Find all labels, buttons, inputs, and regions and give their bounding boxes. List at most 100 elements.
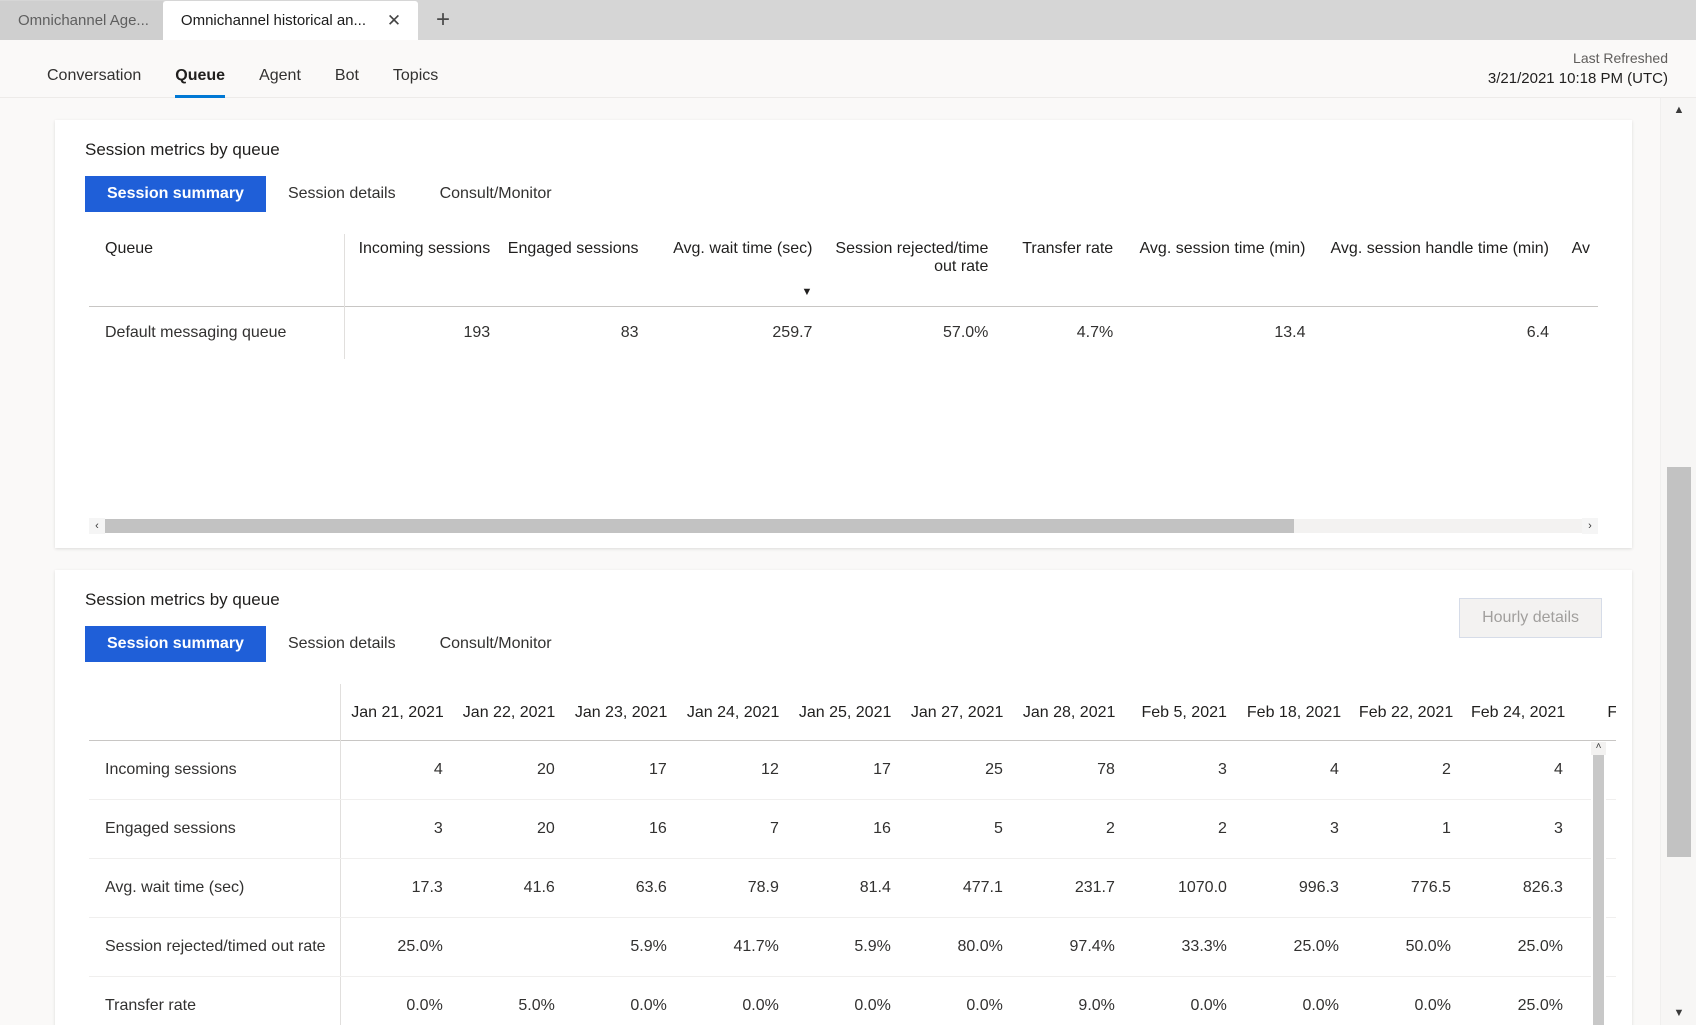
panel1-pivot-consult-monitor[interactable]: Consult/Monitor <box>418 176 574 212</box>
cell: 78 <box>1012 740 1125 800</box>
table-row[interactable]: Transfer rate 0.0% 5.0% 0.0% 0.0% 0.0% 0… <box>89 976 1616 1025</box>
page-vertical-scrollbar[interactable]: ▲ ▼ <box>1660 98 1696 1025</box>
panel1-horizontal-scrollbar[interactable]: ‹ › <box>89 518 1598 534</box>
col-date-9[interactable]: Feb 22, 2021 <box>1349 684 1461 741</box>
panel2-vscroll-thumb[interactable] <box>1593 755 1604 1025</box>
cell: 25.0% <box>340 917 453 977</box>
sort-descending-icon[interactable]: ▼ <box>802 287 813 298</box>
panel1-hscroll-track[interactable] <box>105 519 1582 533</box>
page-scroll-thumb[interactable] <box>1667 467 1691 857</box>
tab-bot[interactable]: Bot <box>318 40 376 98</box>
cell: 5.9% <box>564 917 677 977</box>
report-nav-tabs: Conversation Queue Agent Bot Topics <box>0 40 455 98</box>
col-date-11[interactable]: Feb 25, 2 <box>1573 684 1616 741</box>
col-date-2[interactable]: Jan 23, 2021 <box>565 684 677 741</box>
cell: 3 <box>1460 799 1573 859</box>
browser-tab-1[interactable]: Omnichannel Age... <box>0 1 163 40</box>
row-label-transfer-rate: Transfer rate <box>89 976 342 1025</box>
col-queue[interactable]: Queue <box>89 234 346 307</box>
panel2-pivot-session-summary[interactable]: Session summary <box>85 626 266 662</box>
col-avg-session-time[interactable]: Avg. session time (min) <box>1121 234 1313 307</box>
col-date-5[interactable]: Jan 27, 2021 <box>901 684 1013 741</box>
col-session-rejected-rate[interactable]: Session rejected/time out rate <box>820 234 996 307</box>
cell: 0.0% <box>788 976 901 1025</box>
cell: 16 <box>564 799 677 859</box>
col-queue-label: Queue <box>105 240 154 257</box>
col-date-4[interactable]: Jan 25, 2021 <box>789 684 901 741</box>
cell: 25.0% <box>1460 917 1573 977</box>
cell: 33.3% <box>1124 917 1237 977</box>
panel1-title: Session metrics by queue <box>85 140 280 159</box>
cell: 2 <box>1012 799 1125 859</box>
table-row[interactable]: Session rejected/timed out rate 25.0% 5.… <box>89 917 1616 977</box>
close-icon[interactable]: ✕ <box>384 11 404 31</box>
cell-truncated <box>1557 307 1598 360</box>
cell: 80.0% <box>900 917 1013 977</box>
row-label-session-rejected-timed-out-rate: Session rejected/timed out rate <box>89 917 342 977</box>
cell: 97.4% <box>1012 917 1125 977</box>
cell: 231.7 <box>1012 858 1125 918</box>
plus-icon[interactable]: + <box>426 3 460 37</box>
cell: 78.9 <box>676 858 789 918</box>
browser-tab-1-label: Omnichannel Age... <box>18 12 149 29</box>
panel1-pivot-consult-monitor-label: Consult/Monitor <box>439 185 552 202</box>
panel1-pivot-session-details[interactable]: Session details <box>266 176 418 212</box>
panel1-pivot-session-summary-label: Session summary <box>107 185 244 202</box>
col-avg-wait-time[interactable]: Avg. wait time (sec) ▼ <box>647 234 821 307</box>
table-row[interactable]: Default messaging queue 193 83 259.7 57.… <box>89 306 1598 360</box>
cell: 4 <box>1236 740 1349 800</box>
panel2-vscroll-track[interactable] <box>1593 755 1604 1025</box>
tab-queue[interactable]: Queue <box>158 40 242 98</box>
tab-queue-label: Queue <box>175 67 226 84</box>
page-scroll-track[interactable] <box>1661 122 1696 1001</box>
col-metric-name <box>89 684 342 741</box>
hourly-details-button[interactable]: Hourly details <box>1459 598 1602 638</box>
cell: 2 <box>1348 740 1461 800</box>
col-date-8[interactable]: Feb 18, 2021 <box>1237 684 1349 741</box>
table-row[interactable]: Engaged sessions 3 20 16 7 16 5 2 2 3 1 … <box>89 799 1616 859</box>
table-row[interactable]: Avg. wait time (sec) 17.3 41.6 63.6 78.9… <box>89 858 1616 918</box>
panel-session-metrics-by-queue-timeseries: Session metrics by queue Session summary… <box>55 570 1632 1025</box>
col-date-1[interactable]: Jan 22, 2021 <box>453 684 565 741</box>
panel1-hscroll-thumb[interactable] <box>105 519 1294 533</box>
scroll-down-icon[interactable]: ▼ <box>1661 1001 1696 1025</box>
col-date-7[interactable]: Feb 5, 2021 <box>1125 684 1237 741</box>
cell: 17.3 <box>340 858 453 918</box>
tab-conversation[interactable]: Conversation <box>30 40 158 98</box>
report-body: Session metrics by queue Session summary… <box>0 98 1696 1025</box>
scroll-up-icon[interactable]: ˄ <box>1591 742 1606 755</box>
scroll-left-icon[interactable]: ‹ <box>89 518 105 534</box>
scroll-right-icon[interactable]: › <box>1582 518 1598 534</box>
cell: 3 <box>1124 740 1237 800</box>
col-engaged-sessions-label: Engaged sessions <box>507 240 639 257</box>
panel1-pivot-session-summary[interactable]: Session summary <box>85 176 266 212</box>
panel2-pivot-session-details[interactable]: Session details <box>266 626 418 662</box>
col-incoming-sessions[interactable]: Incoming sessions <box>345 234 498 307</box>
panel2-pivot-session-summary-label: Session summary <box>107 635 244 652</box>
table-row[interactable]: Incoming sessions 4 20 17 12 17 25 78 3 … <box>89 740 1616 800</box>
panel2-vertical-scrollbar[interactable]: ˄ <box>1591 742 1606 1025</box>
cell: 996.3 <box>1236 858 1349 918</box>
cell: 20 <box>452 799 565 859</box>
browser-tab-2[interactable]: Omnichannel historical an... ✕ <box>162 1 419 40</box>
scroll-up-icon[interactable]: ▲ <box>1661 98 1696 122</box>
col-date-0[interactable]: Jan 21, 2021 <box>341 684 453 741</box>
cell: 1 <box>1348 799 1461 859</box>
row-label-avg-wait-time: Avg. wait time (sec) <box>89 858 342 918</box>
col-incoming-sessions-label: Incoming sessions <box>358 240 491 257</box>
last-refreshed-label: Last Refreshed <box>1573 50 1668 66</box>
panel2-pivot-consult-monitor[interactable]: Consult/Monitor <box>418 626 574 662</box>
col-truncated[interactable]: Av <box>1557 234 1598 307</box>
tab-topics[interactable]: Topics <box>376 40 455 98</box>
col-avg-session-handle-time[interactable]: Avg. session handle time (min) <box>1314 234 1557 307</box>
col-date-10[interactable]: Feb 24, 2021 <box>1461 684 1573 741</box>
browser-tab-strip: Omnichannel Age... Omnichannel historica… <box>0 0 1696 40</box>
col-transfer-rate[interactable]: Transfer rate <box>996 234 1121 307</box>
cell-avg-session-handle-time: 6.4 <box>1526 324 1549 341</box>
col-date-6[interactable]: Jan 28, 2021 <box>1013 684 1125 741</box>
panel1-grid-wrap: Queue Incoming sessions Engaged sessions… <box>71 234 1616 534</box>
cell: 826.3 <box>1460 858 1573 918</box>
tab-agent[interactable]: Agent <box>242 40 318 98</box>
col-date-3[interactable]: Jan 24, 2021 <box>677 684 789 741</box>
col-engaged-sessions[interactable]: Engaged sessions <box>498 234 646 307</box>
